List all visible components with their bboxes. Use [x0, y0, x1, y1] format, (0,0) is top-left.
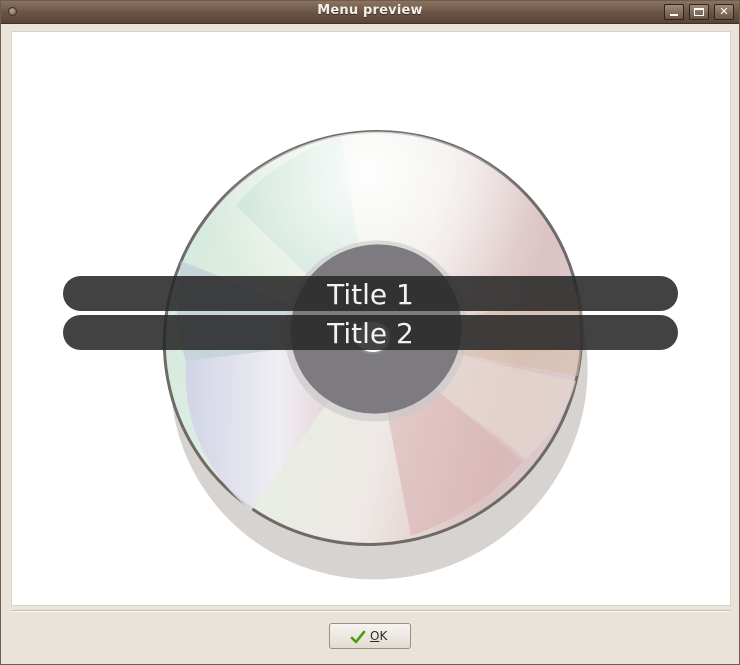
- maximize-button[interactable]: [689, 4, 709, 20]
- menu-preview-area: Title 1 Title 2: [11, 31, 731, 606]
- ok-button-label: OK: [370, 629, 387, 643]
- menu-item-title-2[interactable]: Title 2: [63, 315, 678, 350]
- minimize-button[interactable]: [664, 4, 684, 20]
- ok-label-rest: K: [379, 629, 388, 643]
- close-icon: ✕: [719, 5, 729, 18]
- title-bar[interactable]: Menu preview ✕: [1, 1, 739, 24]
- menu-item-title-1[interactable]: Title 1: [63, 276, 678, 311]
- menu-item-label: Title 1: [327, 278, 414, 311]
- checkmark-icon: [350, 630, 366, 644]
- ok-button[interactable]: OK: [329, 623, 411, 649]
- close-button[interactable]: ✕: [714, 4, 734, 20]
- footer-separator: [11, 610, 731, 612]
- menu-item-label: Title 2: [327, 317, 414, 350]
- menu-preview-window: Menu preview ✕ Title 1 Title 2 OK: [0, 0, 740, 665]
- maximize-icon: [694, 8, 704, 16]
- minimize-icon: [670, 14, 678, 16]
- window-title: Menu preview: [317, 3, 423, 18]
